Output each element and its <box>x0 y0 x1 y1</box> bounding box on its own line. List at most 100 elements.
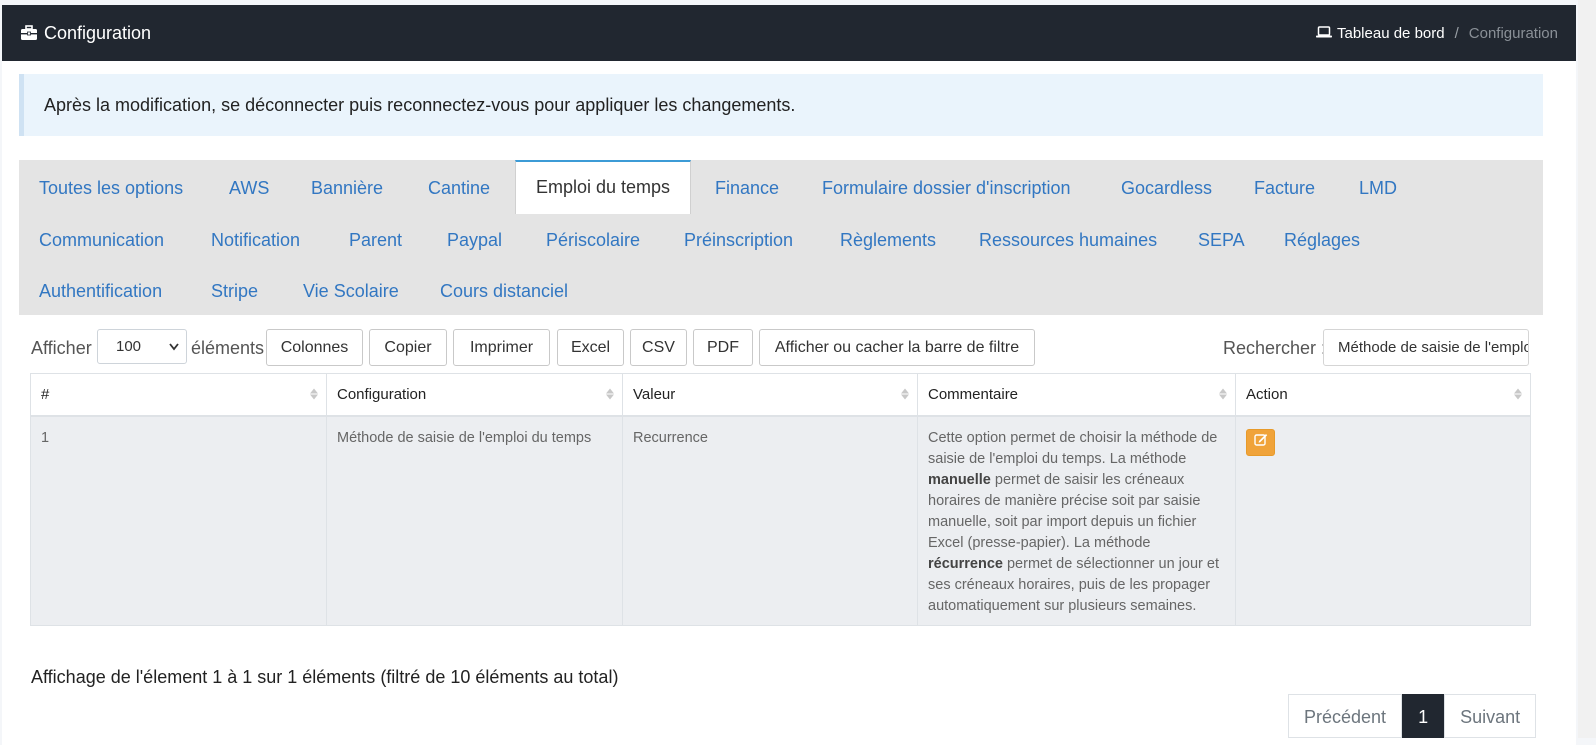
tab-cours-distanciel[interactable]: Cours distanciel <box>420 265 588 317</box>
tab-label: Communication <box>39 230 165 250</box>
pagination-prev[interactable]: Précédent <box>1288 694 1403 738</box>
pagination-page-1[interactable]: 1 <box>1402 694 1445 738</box>
tab-label: Notification <box>211 230 301 250</box>
pdf-button[interactable]: PDF <box>693 329 753 366</box>
comment-text: Cette option permet de choisir la méthod… <box>928 429 1218 467</box>
tab-label: LMD <box>1359 178 1398 198</box>
info-callout-text: Après la modification, se déconnecter pu… <box>44 94 796 115</box>
tab-label: Paypal <box>447 230 503 250</box>
show-entries-label: Afficher <box>31 338 92 358</box>
tab-label: SEPA <box>1198 230 1245 250</box>
tab-banniere[interactable]: Bannière <box>291 162 403 214</box>
config-table: # Configuration Valeur Commentaire Actio… <box>30 373 1531 626</box>
cell-commentaire: Cette option permet de choisir la méthod… <box>917 415 1236 626</box>
sort-icon <box>606 388 614 400</box>
tab-formulaire-dossier-inscription[interactable]: Formulaire dossier d'inscription <box>802 162 1091 214</box>
pagination-next[interactable]: Suivant <box>1444 694 1537 738</box>
tab-lmd[interactable]: LMD <box>1339 162 1417 214</box>
search-label: Rechercher : <box>1223 338 1327 358</box>
breadcrumb-home-link[interactable]: Tableau de bord <box>1316 25 1445 42</box>
column-header-label: Configuration <box>337 385 427 403</box>
elements-label: éléments <box>191 338 265 358</box>
breadcrumb: Tableau de bord / Configuration <box>1316 25 1558 42</box>
card-header: Configuration Tableau de bord / Configur… <box>2 5 1576 61</box>
column-header-label: Commentaire <box>928 385 1019 403</box>
page-title: Configuration <box>44 22 152 43</box>
briefcase-icon <box>20 25 38 41</box>
tab-ressources-humaines[interactable]: Ressources humaines <box>959 214 1177 266</box>
tab-parent[interactable]: Parent <box>329 214 422 266</box>
tab-label: Cantine <box>428 178 491 198</box>
breadcrumb-separator: / <box>1454 24 1459 42</box>
tab-preinscription[interactable]: Préinscription <box>664 214 813 266</box>
column-header-valeur[interactable]: Valeur <box>622 373 918 417</box>
column-header-label: # <box>41 385 50 403</box>
sort-icon <box>310 388 318 400</box>
column-header-label: Valeur <box>633 385 676 403</box>
tab-aws[interactable]: AWS <box>209 162 289 214</box>
toggle-filter-bar-button[interactable]: Afficher ou cacher la barre de filtre <box>759 329 1035 366</box>
cell-valeur: Recurrence <box>622 415 918 626</box>
header-title-group: Configuration <box>20 23 151 44</box>
tab-cantine[interactable]: Cantine <box>408 162 510 214</box>
tab-label: Cours distanciel <box>440 281 569 301</box>
tab-communication[interactable]: Communication <box>19 214 184 266</box>
cell-number: 1 <box>30 415 327 626</box>
tab-authentification[interactable]: Authentification <box>19 265 182 317</box>
edit-icon <box>1253 432 1268 453</box>
tab-finance[interactable]: Finance <box>695 162 799 214</box>
column-header-configuration[interactable]: Configuration <box>326 373 623 417</box>
tab-gocardless[interactable]: Gocardless <box>1101 162 1232 214</box>
cell-configuration: Méthode de saisie de l'emploi du temps <box>326 415 623 626</box>
page-size-select[interactable]: 100 <box>97 329 187 364</box>
tab-reglements[interactable]: Règlements <box>820 214 956 266</box>
tab-label: Finance <box>715 178 780 198</box>
tab-label: AWS <box>229 178 270 198</box>
table-info: Affichage de l'élement 1 à 1 sur 1 éléme… <box>31 667 619 687</box>
tab-sepa[interactable]: SEPA <box>1178 214 1265 266</box>
column-header-number[interactable]: # <box>30 373 327 417</box>
tab-label: Parent <box>349 230 403 250</box>
tab-label: Ressources humaines <box>979 230 1158 250</box>
tab-toutes-les-options[interactable]: Toutes les options <box>19 162 203 214</box>
comment-bold-manuelle: manuelle <box>928 471 991 488</box>
excel-button[interactable]: Excel <box>557 329 624 366</box>
tab-reglages[interactable]: Réglages <box>1264 214 1380 266</box>
column-header-action[interactable]: Action <box>1235 373 1531 417</box>
tab-label: Facture <box>1254 178 1316 198</box>
page-scrollbar[interactable] <box>1578 0 1596 738</box>
page-size-value: 100 <box>116 338 142 355</box>
sort-icon <box>1219 388 1227 400</box>
laptop-icon <box>1316 25 1332 42</box>
tab-label: Règlements <box>840 230 937 250</box>
tab-paypal[interactable]: Paypal <box>427 214 522 266</box>
tab-label: Gocardless <box>1121 178 1213 198</box>
chevron-down-icon <box>168 330 180 376</box>
tab-label: Préinscription <box>684 230 794 250</box>
tab-periscolaire[interactable]: Périscolaire <box>526 214 660 266</box>
tab-label: Emploi du temps <box>536 177 671 197</box>
print-button[interactable]: Imprimer <box>453 329 550 366</box>
sort-icon <box>1514 388 1522 400</box>
column-header-commentaire[interactable]: Commentaire <box>917 373 1236 417</box>
tab-emploi-du-temps[interactable]: Emploi du temps <box>515 160 692 214</box>
tab-stripe[interactable]: Stripe <box>191 265 278 317</box>
tab-label: Formulaire dossier d'inscription <box>822 178 1071 198</box>
tab-vie-scolaire[interactable]: Vie Scolaire <box>283 265 419 317</box>
csv-button[interactable]: CSV <box>630 329 687 366</box>
tab-facture[interactable]: Facture <box>1234 162 1335 214</box>
search-input[interactable]: Méthode de saisie de l'emploi du temps <box>1323 329 1529 366</box>
tab-notification[interactable]: Notification <box>191 214 320 266</box>
tab-label: Vie Scolaire <box>303 281 399 301</box>
tab-label: Périscolaire <box>546 230 641 250</box>
columns-button[interactable]: Colonnes <box>266 329 363 366</box>
edit-button[interactable] <box>1246 428 1275 456</box>
copy-button[interactable]: Copier <box>369 329 447 366</box>
tab-bar: Toutes les options AWS Bannière Cantine … <box>19 160 1543 315</box>
tab-label: Stripe <box>211 281 259 301</box>
column-header-label: Action <box>1246 385 1288 403</box>
pagination: Précédent 1 Suivant <box>1288 694 1537 738</box>
table-header-row: # Configuration Valeur Commentaire Actio… <box>30 373 1531 417</box>
info-callout: Après la modification, se déconnecter pu… <box>19 74 1543 136</box>
comment-bold-recurrence: récurrence <box>928 555 1003 572</box>
